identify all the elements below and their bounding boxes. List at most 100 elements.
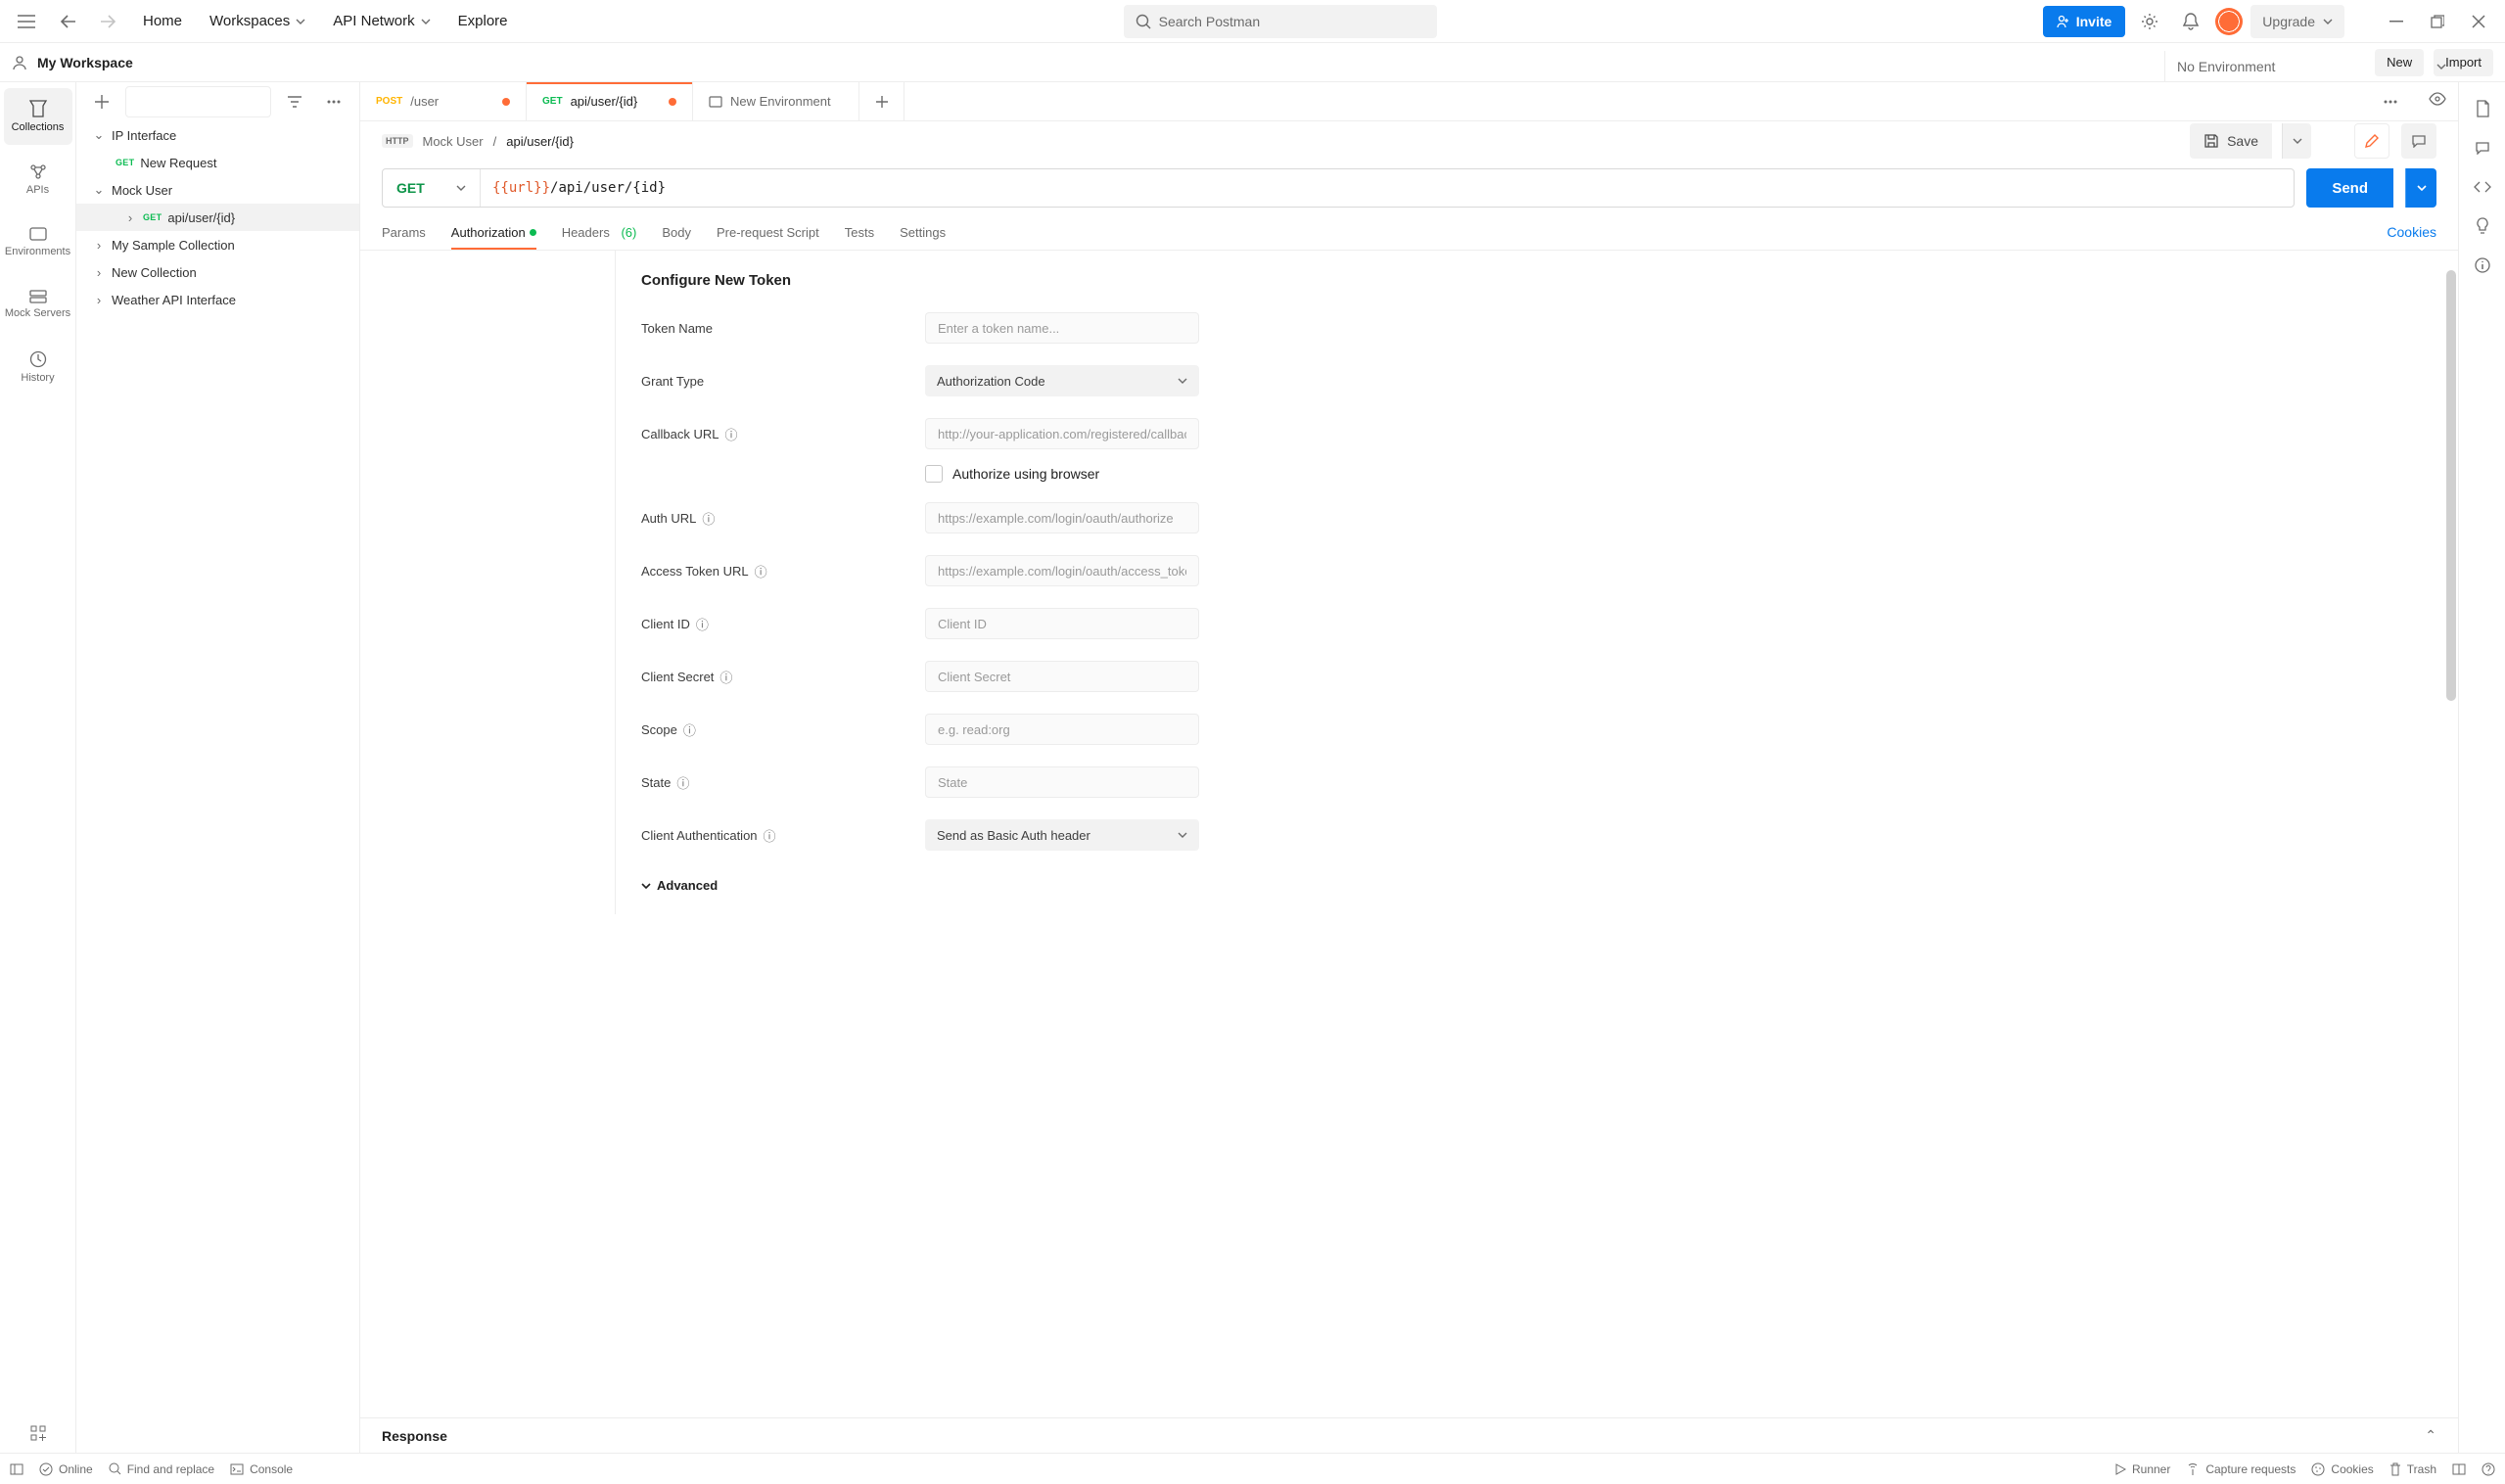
window-maximize[interactable] <box>2421 5 2454 38</box>
info-icon[interactable]: ⓘ <box>764 826 776 845</box>
req-tab-authorization[interactable]: Authorization <box>451 225 536 250</box>
play-icon <box>2114 1463 2126 1475</box>
window-minimize[interactable] <box>2380 5 2413 38</box>
settings-button[interactable] <box>2133 5 2166 38</box>
tab-get-api-user-id[interactable]: GET api/user/{id} <box>527 82 693 120</box>
nav-back[interactable] <box>51 5 84 38</box>
status-layout[interactable] <box>2452 1463 2466 1475</box>
rightrail-documentation[interactable] <box>2466 92 2499 125</box>
breadcrumb-collection[interactable]: Mock User <box>423 134 484 149</box>
advanced-toggle[interactable]: Advanced <box>641 878 2458 893</box>
req-tab-tests[interactable]: Tests <box>845 225 874 250</box>
comments-button[interactable] <box>2401 123 2436 159</box>
status-console[interactable]: Console <box>230 1462 293 1476</box>
send-button[interactable]: Send <box>2306 168 2393 208</box>
status-capture[interactable]: Capture requests <box>2186 1462 2296 1476</box>
global-search[interactable]: Search Postman <box>1124 5 1437 38</box>
input-client-secret[interactable] <box>925 661 1199 692</box>
sidebar-filter[interactable] <box>125 86 271 117</box>
environment-quicklook[interactable] <box>2421 82 2454 116</box>
input-callback-url[interactable] <box>925 418 1199 449</box>
checkbox-authorize-browser[interactable] <box>925 465 943 483</box>
status-trash[interactable]: Trash <box>2389 1462 2436 1476</box>
rail-apis[interactable]: APIs <box>4 151 72 208</box>
rightrail-liveshare[interactable] <box>2466 209 2499 243</box>
status-find-replace[interactable]: Find and replace <box>109 1462 214 1476</box>
status-cookies[interactable]: Cookies <box>2311 1462 2373 1476</box>
input-client-id[interactable] <box>925 608 1199 639</box>
info-icon[interactable]: ⓘ <box>676 773 689 792</box>
tree-item-api-user-id[interactable]: › GET api/user/{id} <box>76 204 359 231</box>
nav-forward[interactable] <box>92 5 125 38</box>
tree-item-new-collection[interactable]: › New Collection <box>76 258 359 286</box>
rail-mock-servers[interactable]: Mock Servers <box>4 276 72 333</box>
tab-add[interactable] <box>859 82 905 120</box>
sidebar-filter-icon[interactable] <box>279 86 310 117</box>
rightrail-info[interactable] <box>2466 249 2499 282</box>
info-icon[interactable]: ⓘ <box>724 425 737 443</box>
scrollbar[interactable] <box>2446 270 2456 701</box>
status-panel-toggle[interactable] <box>10 1463 23 1475</box>
workspace-name[interactable]: My Workspace <box>37 55 133 70</box>
req-tab-settings[interactable]: Settings <box>900 225 946 250</box>
tree-item-weather-api-interface[interactable]: › Weather API Interface <box>76 286 359 313</box>
input-token-name[interactable] <box>925 312 1199 344</box>
rail-environments[interactable]: Environments <box>4 213 72 270</box>
hamburger-menu[interactable] <box>10 5 43 38</box>
nav-home[interactable]: Home <box>133 7 192 35</box>
cookie-icon <box>2311 1462 2325 1476</box>
environment-selector[interactable]: No Environment <box>2164 51 2458 82</box>
input-scope[interactable] <box>925 714 1199 745</box>
input-state[interactable] <box>925 766 1199 798</box>
invite-icon <box>2057 15 2070 28</box>
cookies-link[interactable]: Cookies <box>2387 224 2436 250</box>
tree-item-new-request[interactable]: GET New Request <box>76 149 359 176</box>
rail-configure[interactable] <box>4 1414 72 1453</box>
tab-post-user[interactable]: POST /user <box>360 82 527 120</box>
save-dropdown[interactable] <box>2282 123 2311 159</box>
rightrail-code[interactable] <box>2466 170 2499 204</box>
req-tab-params[interactable]: Params <box>382 225 426 250</box>
req-tab-prerequest[interactable]: Pre-request Script <box>717 225 819 250</box>
info-icon[interactable]: ⓘ <box>719 668 732 686</box>
user-avatar[interactable] <box>2215 8 2243 35</box>
input-access-token-url[interactable] <box>925 555 1199 586</box>
sidebar-options[interactable] <box>318 86 349 117</box>
req-tab-headers[interactable]: Headers (6) <box>562 225 637 250</box>
status-runner[interactable]: Runner <box>2114 1462 2170 1476</box>
rightrail-comments[interactable] <box>2466 131 2499 164</box>
tab-new-environment[interactable]: New Environment <box>693 82 859 120</box>
upgrade-button[interactable]: Upgrade <box>2250 5 2344 38</box>
sidebar-add-button[interactable] <box>86 86 117 117</box>
url-input[interactable]: {{url}}/api/user/{id} <box>481 169 2294 207</box>
select-client-authentication[interactable]: Send as Basic Auth header <box>925 819 1199 851</box>
notifications-button[interactable] <box>2174 5 2207 38</box>
edit-button[interactable] <box>2354 123 2389 159</box>
method-select[interactable]: GET <box>383 169 481 207</box>
send-dropdown[interactable] <box>2405 168 2436 208</box>
tab-overflow-button[interactable] <box>2374 85 2407 118</box>
nav-workspaces[interactable]: Workspaces <box>200 7 315 35</box>
status-help[interactable] <box>2482 1462 2495 1476</box>
info-icon[interactable]: ⓘ <box>696 615 709 633</box>
tree-item-mock-user[interactable]: ⌄ Mock User <box>76 176 359 204</box>
window-close[interactable] <box>2462 5 2495 38</box>
info-icon[interactable]: ⓘ <box>683 720 696 739</box>
nav-api-network-label: API Network <box>333 13 414 29</box>
info-icon[interactable]: ⓘ <box>702 509 715 528</box>
invite-button[interactable]: Invite <box>2043 6 2126 37</box>
input-auth-url[interactable] <box>925 502 1199 533</box>
tree-item-my-sample-collection[interactable]: › My Sample Collection <box>76 231 359 258</box>
save-button[interactable]: Save <box>2190 123 2272 159</box>
select-grant-type[interactable]: Authorization Code <box>925 365 1199 396</box>
rail-collections[interactable]: Collections <box>4 88 72 145</box>
response-collapse[interactable]: ⌃ <box>2425 1427 2436 1444</box>
nav-explore[interactable]: Explore <box>448 7 518 35</box>
rail-history[interactable]: History <box>4 339 72 395</box>
chevron-down-icon <box>456 185 466 191</box>
tree-item-ip-interface[interactable]: ⌄ IP Interface <box>76 121 359 149</box>
info-icon[interactable]: ⓘ <box>755 562 767 580</box>
req-tab-body[interactable]: Body <box>662 225 691 250</box>
status-online[interactable]: Online <box>39 1462 93 1476</box>
nav-api-network[interactable]: API Network <box>323 7 440 35</box>
